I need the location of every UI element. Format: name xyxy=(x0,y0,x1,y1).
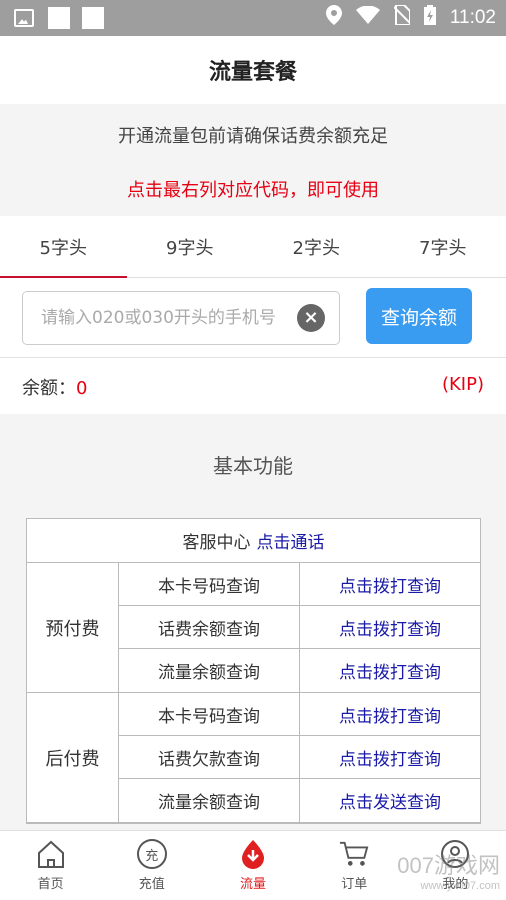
prepaid-group: 预付费 本卡号码查询 点击拨打查询 话费余额查询 点击拨打查询 流量余额查询 点… xyxy=(27,563,480,693)
no-sim-icon xyxy=(393,4,411,31)
tab-prefix-2[interactable]: 2字头 xyxy=(253,216,380,277)
function-name: 本卡号码查询 xyxy=(119,693,300,735)
table-row: 流量余额查询 点击发送查询 xyxy=(119,779,480,822)
phone-query-area: × 查询余额 xyxy=(0,278,506,358)
nav-traffic-label: 流量 xyxy=(240,877,267,892)
nav-orders[interactable]: 订单 xyxy=(304,831,405,900)
function-name: 本卡号码查询 xyxy=(119,563,300,605)
nav-traffic[interactable]: 流量 xyxy=(202,831,303,900)
balance-label-text: 余额： xyxy=(22,378,76,399)
recharge-icon: 充 xyxy=(136,839,167,869)
function-name: 流量余额查询 xyxy=(119,779,300,822)
image-notification-icon xyxy=(14,9,34,27)
watermark-text: 007游戏网 xyxy=(397,853,500,878)
location-icon xyxy=(325,5,342,31)
dial-query-link[interactable]: 点击拨打查询 xyxy=(300,736,480,778)
wifi-icon xyxy=(355,5,380,30)
cart-icon xyxy=(339,839,369,869)
nav-home[interactable]: 首页 xyxy=(0,831,101,900)
phone-input-wrapper: × xyxy=(22,291,340,345)
status-bar: 11:02 xyxy=(0,0,506,36)
site-watermark: 007游戏网 www.yx007.com xyxy=(397,848,500,892)
function-name: 话费欠款查询 xyxy=(119,736,300,778)
notice-panel: 开通流量包前请确保话费余额充足 点击最右列对应代码，即可使用 xyxy=(0,104,506,216)
balance-label: 余额：0 xyxy=(22,374,87,400)
group-name-postpaid: 后付费 xyxy=(27,693,119,822)
table-row: 话费欠款查询 点击拨打查询 xyxy=(119,736,480,779)
prefix-tabs: 5字头 9字头 2字头 7字头 xyxy=(0,216,506,278)
nav-home-label: 首页 xyxy=(37,877,64,892)
send-query-link[interactable]: 点击发送查询 xyxy=(300,779,480,822)
service-center-label: 客服中心 xyxy=(182,533,251,553)
dial-query-link[interactable]: 点击拨打查询 xyxy=(300,649,480,692)
tab-prefix-9[interactable]: 9字头 xyxy=(127,216,254,277)
status-time: 11:02 xyxy=(449,7,496,28)
section-title: 基本功能 xyxy=(213,454,293,478)
phone-number-input[interactable] xyxy=(23,292,293,344)
dial-query-link[interactable]: 点击拨打查询 xyxy=(300,563,480,605)
nav-recharge-label: 充值 xyxy=(138,877,165,892)
balance-value: 0 xyxy=(76,378,88,399)
postpaid-group: 后付费 本卡号码查询 点击拨打查询 话费欠款查询 点击拨打查询 流量余额查询 点… xyxy=(27,693,480,823)
home-icon xyxy=(36,839,66,869)
table-row: 本卡号码查询 点击拨打查询 xyxy=(119,563,480,606)
notification-square-icon xyxy=(48,7,70,29)
balance-row: 余额：0 (KIP) xyxy=(0,358,506,414)
watermark-url: www.yx007.com xyxy=(420,880,500,892)
balance-unit: (KIP) xyxy=(441,374,484,395)
notice-instruction: 点击最右列对应代码，即可使用 xyxy=(127,180,379,201)
functions-table: 客服中心 点击通话 预付费 本卡号码查询 点击拨打查询 话费余额查询 点击拨打查… xyxy=(26,518,481,824)
table-row: 流量余额查询 点击拨打查询 xyxy=(119,649,480,692)
recharge-icon-glyph: 充 xyxy=(136,839,167,869)
group-name-prepaid: 预付费 xyxy=(27,563,119,692)
nav-recharge[interactable]: 充 充值 xyxy=(101,831,202,900)
function-name: 流量余额查询 xyxy=(119,649,300,692)
function-name: 话费余额查询 xyxy=(119,606,300,648)
bottom-navigation: 首页 充 充值 流量 订单 我的 007游戏网 www.yx007.com xyxy=(0,830,506,900)
battery-charging-icon xyxy=(423,5,436,31)
table-row: 本卡号码查询 点击拨打查询 xyxy=(119,693,480,736)
table-row: 话费余额查询 点击拨打查询 xyxy=(119,606,480,649)
clear-input-icon[interactable]: × xyxy=(297,304,325,332)
notice-balance-warning: 开通流量包前请确保话费余额充足 xyxy=(118,126,388,147)
call-service-link[interactable]: 点击通话 xyxy=(257,528,325,553)
tab-prefix-5[interactable]: 5字头 xyxy=(0,216,127,278)
dial-query-link[interactable]: 点击拨打查询 xyxy=(300,693,480,735)
query-balance-button[interactable]: 查询余额 xyxy=(366,288,472,344)
traffic-icon xyxy=(238,839,268,869)
page-title: 流量套餐 xyxy=(0,36,506,104)
dial-query-link[interactable]: 点击拨打查询 xyxy=(300,606,480,648)
tab-prefix-7[interactable]: 7字头 xyxy=(380,216,506,277)
notification-square-icon xyxy=(82,7,104,29)
service-center-row: 客服中心 点击通话 xyxy=(27,519,480,563)
nav-orders-label: 订单 xyxy=(341,877,368,892)
